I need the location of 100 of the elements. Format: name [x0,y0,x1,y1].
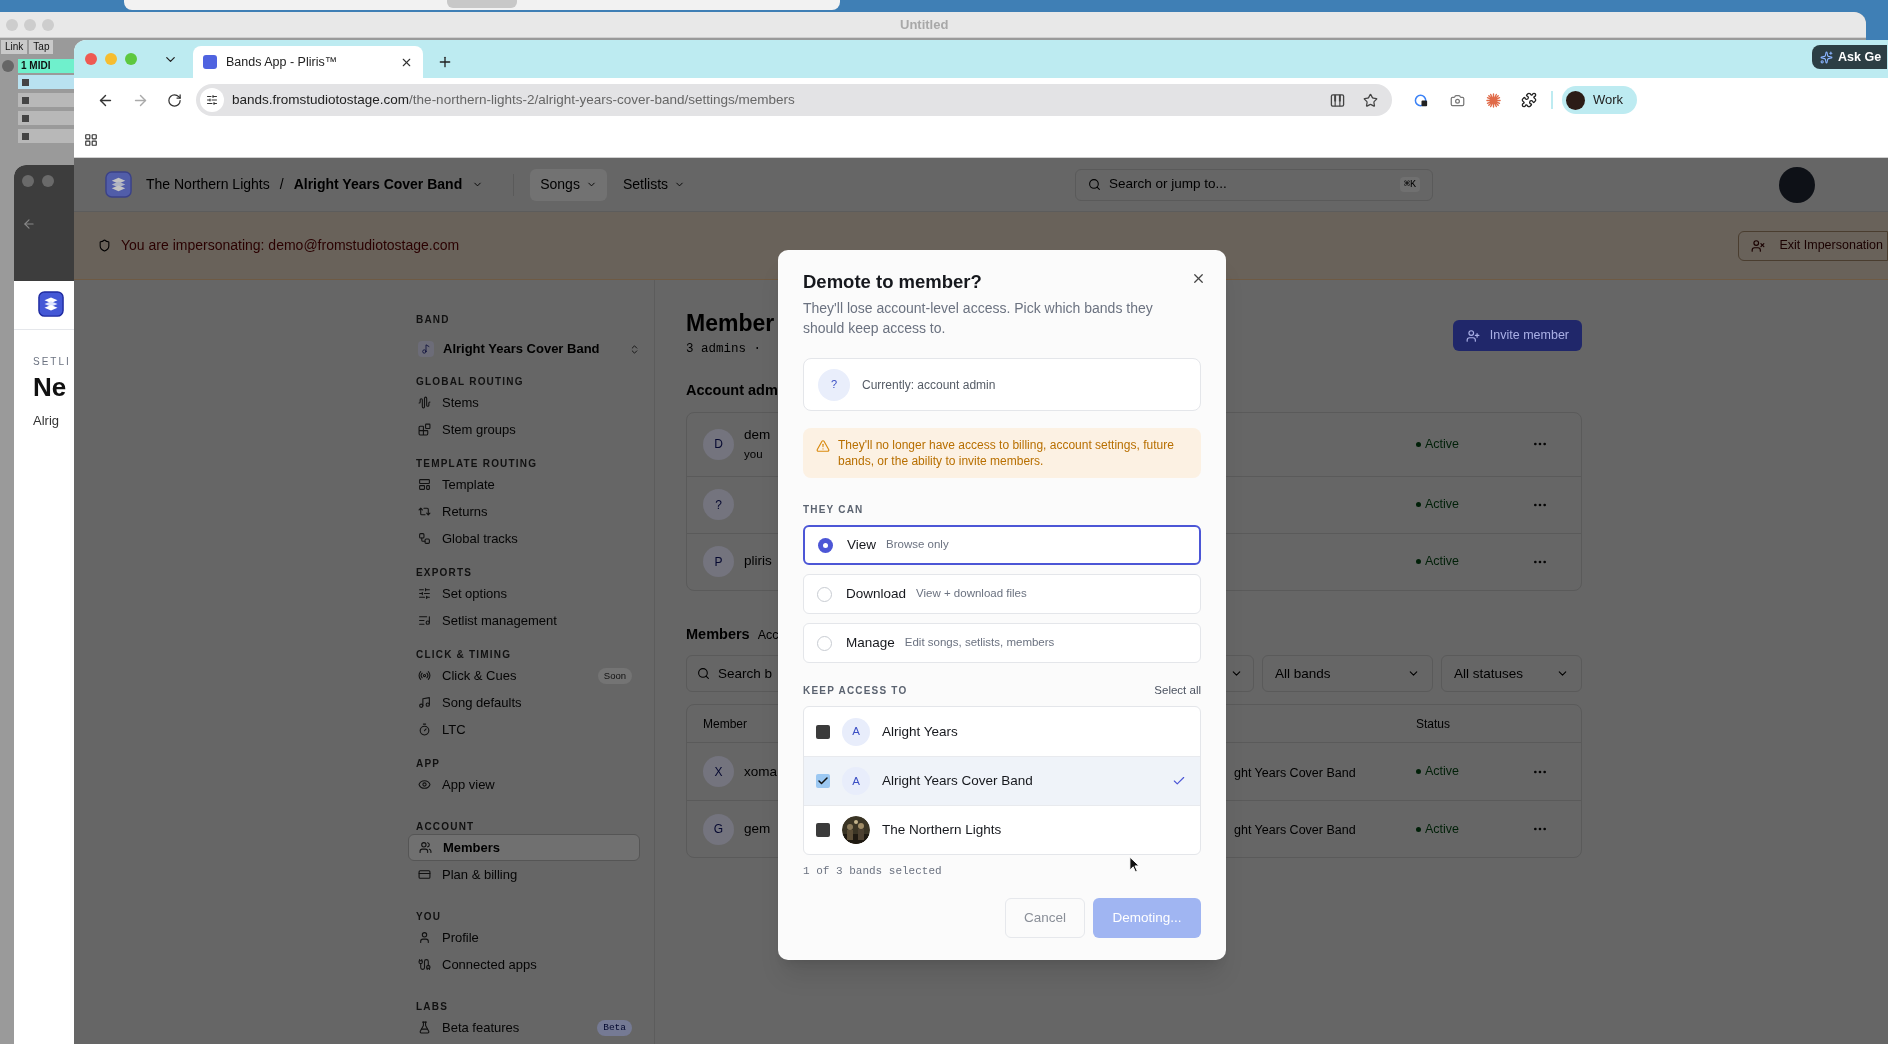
member-note: you [744,446,763,462]
sidebar-item[interactable]: Returns [408,498,640,525]
layout-icon [418,478,431,491]
section-title: Account adm [686,380,778,400]
section-label: THEY CAN [803,503,865,517]
band-switcher[interactable]: Alright Years Cover Band [416,337,640,361]
daw-button[interactable]: Tap [29,40,54,54]
section-label: YOU [416,910,442,924]
browser-tab[interactable]: Bands App - Pliris™ [193,46,423,78]
sidebar-item[interactable]: Set options [408,580,640,607]
apps-icon[interactable] [84,132,98,147]
sidebar-item[interactable]: Stem groups [408,416,640,443]
address-bar[interactable]: bands.fromstudiotostage.com/the-northern-lights-2/alright-years-cover-band/settings/members [196,84,1392,116]
sidebar-item[interactable]: Click & Cues Soon [408,662,640,689]
bookmark-star-icon[interactable] [1363,92,1378,108]
breadcrumb-link[interactable]: The Northern Lights [146,174,270,195]
member-avatar: D [703,428,734,460]
sidebar-item[interactable]: Beta features Beta [408,1014,640,1041]
exit-impersonation-button[interactable]: Exit Impersonation [1738,230,1888,261]
band-option[interactable]: A Alright Years Cover Band [804,756,1200,806]
role-option[interactable]: Manage Edit songs, setlists, members [803,623,1201,663]
close-icon[interactable] [1191,271,1206,286]
warning-text: They'll no longer have access to billing, account settings, future bands, or the ability to invite members. [838,437,1175,469]
sunburst-icon[interactable] [1486,92,1501,108]
search-field[interactable]: Search or jump to... ⌘K [1075,168,1434,201]
site-settings-icon[interactable] [206,94,218,106]
member-avatar: P [703,546,734,577]
member-avatar: ? [703,489,734,520]
nav-tab[interactable]: Setlists [612,168,696,201]
sidebar-item[interactable]: Stems [408,389,640,416]
radio-button[interactable] [818,537,833,553]
clip-slot[interactable] [18,129,74,143]
camera-icon[interactable] [1450,92,1465,108]
radio-button[interactable] [817,586,832,602]
band-avatar: A [842,767,870,796]
sidebar-item[interactable]: Members [408,834,640,861]
role-option[interactable]: Download View + download files [803,574,1201,614]
radio-button[interactable] [817,635,832,651]
remove-user-icon [1751,238,1766,253]
filter-dropdown[interactable]: All statuses [1441,655,1582,693]
checkbox[interactable] [816,823,830,838]
url-text: bands.fromstudiotostage.com/the-northern-lights-2/alright-years-cover-band/settings/members [232,90,796,109]
role-option[interactable]: View Browse only [803,525,1201,565]
page-subtitle: 3 admins · [686,341,761,358]
music-note-icon [421,344,431,354]
member-avatar: ? [818,368,850,401]
users-icon [419,841,432,854]
sidebar-item[interactable]: App view [408,771,640,798]
section-label: SETLI [33,355,72,369]
section-label: KEEP ACCESS TO [803,684,908,699]
band-name: Alright Years Cover Band [882,772,1034,791]
filter-dropdown[interactable]: All bands [1262,655,1433,693]
daw-button[interactable]: Link [1,40,28,54]
section-label: BAND [416,313,450,327]
section-label: TEMPLATE ROUTING [416,457,538,471]
checkbox[interactable] [816,774,830,789]
new-tab-icon[interactable] [437,54,453,70]
user-avatar[interactable] [1779,166,1816,203]
member-name: gem [744,820,771,839]
sidebar-item[interactable]: Plan & billing [408,861,640,888]
section-label: ACCOUNT [416,820,475,834]
sidebar-item[interactable]: Setlist management [408,607,640,634]
breadcrumb-link[interactable]: Alright Years Cover Band [293,174,463,195]
piano-icon[interactable] [1330,92,1345,108]
shortcut-key: ⌘K [1400,177,1421,192]
nav-tab[interactable]: Songs [530,168,607,201]
ask-button[interactable]: Ask Ge [1812,45,1888,69]
track-header[interactable]: 1 MIDI [18,59,74,73]
select-all-link[interactable]: Select all [1154,682,1201,700]
member-avatar: X [703,756,734,788]
sliders-icon [418,587,431,600]
sidebar-item[interactable]: Template [408,471,640,498]
reload-icon[interactable] [167,92,182,108]
up-down-chevron-icon [629,343,640,355]
repeat-icon [418,505,431,518]
profile-button[interactable]: Work [1562,86,1638,114]
band-option[interactable]: A Alright Years [804,707,1200,757]
section-label: APP [416,757,441,771]
sidebar-item[interactable]: Song defaults [408,689,640,716]
sidebar-item[interactable]: LTC [408,716,640,743]
cancel-button[interactable]: Cancel [1005,897,1085,938]
timer-icon [418,723,431,736]
tab-title: Bands App - Pliris™ [226,53,339,71]
dialog-title: Demote to member? [803,270,982,294]
extensions-icon[interactable] [1521,92,1537,108]
clip-slot[interactable] [18,75,74,89]
band-name: Alright Years [882,722,959,741]
status-label: Active [1416,819,1460,839]
password-lock-icon[interactable] [1414,92,1429,108]
band-option[interactable]: The Northern Lights [804,805,1200,855]
clip-slot[interactable] [18,111,74,125]
search-icon [697,667,710,681]
clip-slot[interactable] [18,93,74,107]
checkbox[interactable] [816,724,830,739]
status-label: Active [1416,495,1460,514]
sidebar-item[interactable]: Profile [408,924,640,951]
invite-button[interactable]: Invite member [1452,320,1582,351]
breadcrumb-separator: / [279,175,284,194]
sidebar-item[interactable]: Connected apps [408,951,640,978]
sidebar-item[interactable]: Global tracks [408,525,640,552]
